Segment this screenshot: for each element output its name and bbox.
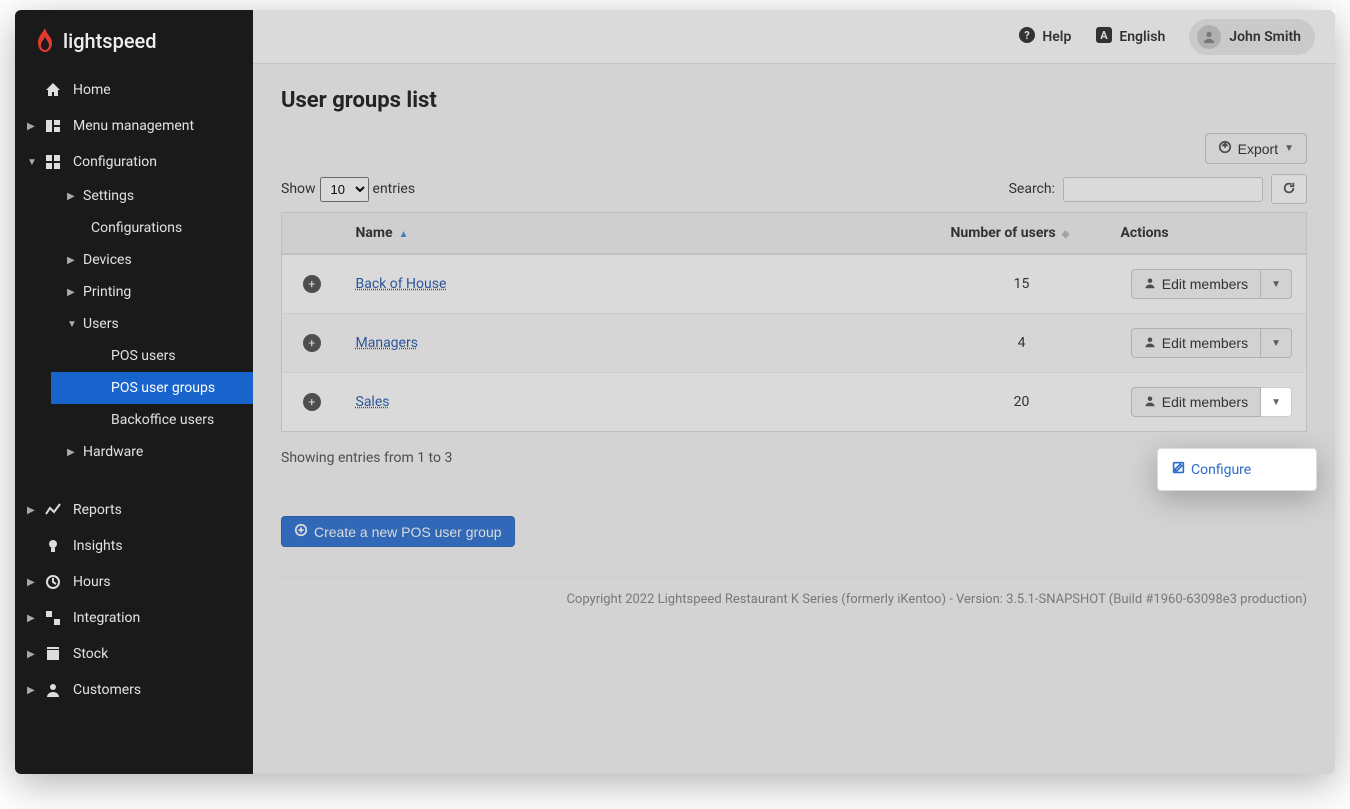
nav-stock[interactable]: ▶Stock [15,636,253,672]
caret-down-icon: ▼ [1271,397,1281,408]
nav-configuration[interactable]: ▼Configuration [15,144,253,180]
flame-icon [35,28,55,54]
integration-icon [43,610,63,626]
nav: Home ▶Menu management ▼Configuration ▶Se… [15,72,253,774]
nav-settings[interactable]: ▶Settings [51,180,253,212]
menu-icon [43,118,63,134]
insights-icon [43,538,63,554]
configure-item[interactable]: Configure [1158,453,1316,486]
customers-icon [43,682,63,698]
main: ?Help AEnglish John Smith User groups li… [253,10,1335,774]
nav-pos-users[interactable]: POS users [51,340,253,372]
nav-devices[interactable]: ▶Devices [51,244,253,276]
nav-pos-user-groups[interactable]: POS user groups [51,372,253,404]
nav-users[interactable]: ▼Users [51,308,253,340]
nav-reports[interactable]: ▶Reports [15,492,253,528]
modal-overlay [253,10,1335,774]
row-actions-toggle[interactable]: ▼ [1261,387,1292,417]
sidebar: lightspeed Home ▶Menu management ▼Config… [15,10,253,774]
nav-hardware[interactable]: ▶Hardware [51,436,253,468]
nav-home[interactable]: Home [15,72,253,108]
clock-icon [43,574,63,590]
brand-text: lightspeed [63,29,157,53]
nav-hours[interactable]: ▶Hours [15,564,253,600]
nav-configurations[interactable]: Configurations [51,212,253,244]
reports-icon [43,502,63,518]
home-icon [43,82,63,98]
nav-insights[interactable]: Insights [15,528,253,564]
edit-icon [1172,461,1185,478]
brand-logo: lightspeed [15,10,253,72]
nav-backoffice-users[interactable]: Backoffice users [51,404,253,436]
nav-menu-management[interactable]: ▶Menu management [15,108,253,144]
stock-icon [43,646,63,662]
nav-printing[interactable]: ▶Printing [51,276,253,308]
nav-integration[interactable]: ▶Integration [15,600,253,636]
row-actions-dropdown: Configure [1157,448,1317,491]
nav-customers[interactable]: ▶Customers [15,672,253,708]
config-icon [43,154,63,170]
